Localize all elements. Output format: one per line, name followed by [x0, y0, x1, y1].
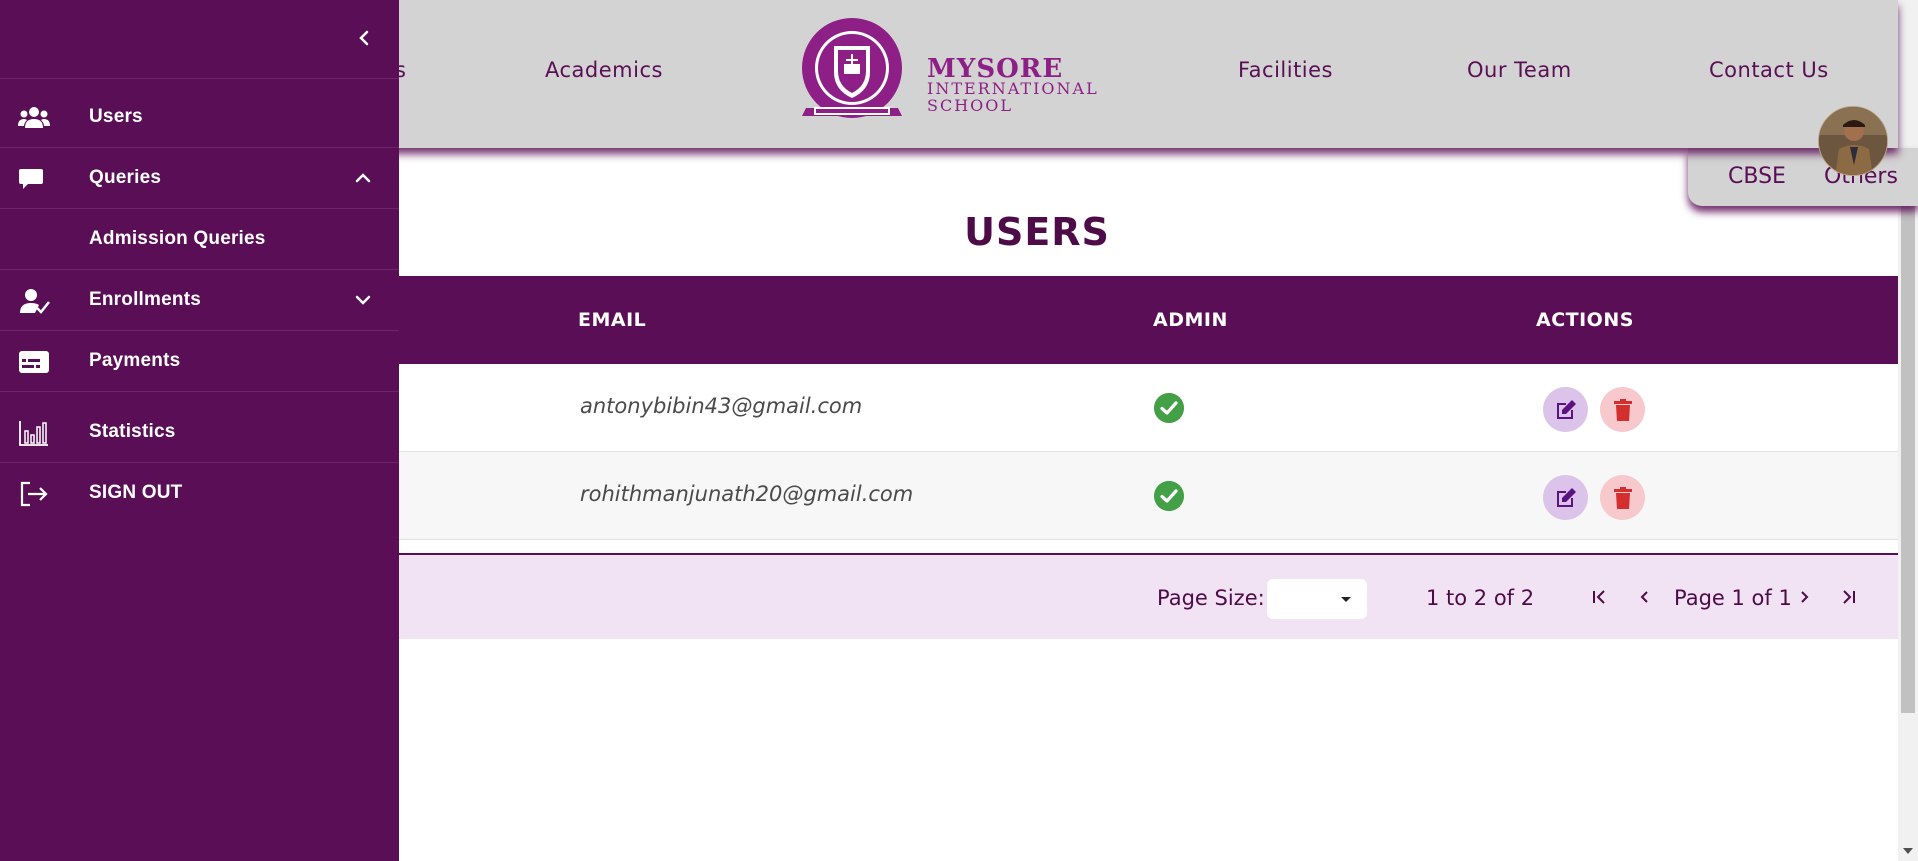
admin-check-icon — [1154, 393, 1184, 423]
page-size-label: Page Size: — [1157, 586, 1265, 610]
school-logo[interactable]: MYSORE INTERNATIONAL SCHOOL — [800, 16, 1100, 128]
edit-icon — [1556, 487, 1576, 507]
sidebar-item-label: Payments — [89, 350, 181, 371]
bar-chart-icon — [19, 421, 48, 446]
dropdown-caret-icon — [1341, 597, 1351, 602]
column-header-actions: ACTIONS — [1536, 309, 1634, 331]
users-icon — [18, 107, 50, 128]
user-avatar[interactable] — [1818, 106, 1888, 176]
sidebar-item-label: SIGN OUT — [89, 482, 183, 503]
trash-icon — [1613, 486, 1632, 509]
sidebar: Users Queries Admission Queries Enrollme… — [0, 0, 399, 861]
admin-check-icon — [1154, 481, 1184, 511]
chat-bubble-icon — [19, 169, 43, 189]
last-page-icon[interactable] — [1837, 585, 1859, 609]
user-check-icon — [20, 289, 50, 314]
row-range-summary: 1 to 2 of 2 — [1426, 586, 1535, 610]
user-email: antonybibin43@gmail.com — [580, 394, 863, 418]
logo-subtitle-line1: INTERNATIONAL — [927, 79, 1099, 98]
collapse-sidebar-icon[interactable] — [352, 26, 376, 50]
sidebar-divider — [0, 78, 399, 79]
school-emblem-icon — [802, 18, 902, 118]
payment-card-icon — [19, 351, 49, 373]
edit-user-button[interactable] — [1543, 387, 1588, 432]
sidebar-item-label: Enrollments — [89, 289, 201, 310]
page-info: Page 1 of 1 — [1674, 586, 1792, 610]
delete-user-button[interactable] — [1600, 387, 1645, 432]
trash-icon — [1613, 398, 1632, 421]
sidebar-item-payments[interactable]: Payments — [0, 332, 399, 392]
user-email: rohithmanjunath20@gmail.com — [580, 482, 914, 506]
logo-subtitle-line2: SCHOOL — [927, 96, 1014, 115]
sidebar-item-label: Statistics — [89, 421, 176, 442]
column-header-email[interactable]: EMAIL — [578, 309, 646, 331]
scrollbar-thumb[interactable] — [1901, 205, 1915, 713]
page-title: USERS — [964, 210, 1110, 254]
sidebar-item-label: Queries — [89, 167, 162, 188]
first-page-icon[interactable] — [1589, 585, 1611, 609]
edit-icon — [1556, 399, 1576, 419]
sidebar-item-label: Users — [89, 106, 143, 127]
nav-item-our-team[interactable]: Our Team — [1467, 58, 1572, 82]
nav-item-academics[interactable]: Academics — [545, 58, 663, 82]
page-scrollbar[interactable] — [1898, 0, 1918, 861]
subnav-item-cbse[interactable]: CBSE — [1728, 164, 1786, 189]
previous-page-icon[interactable] — [1633, 585, 1655, 609]
chevron-down-icon — [355, 295, 371, 305]
logo-subtitle: INTERNATIONAL SCHOOL — [927, 80, 1107, 114]
sidebar-subitem-label: Admission Queries — [89, 228, 266, 249]
column-header-admin[interactable]: ADMIN — [1153, 309, 1228, 331]
sidebar-subitem-admission-queries[interactable]: Admission Queries — [0, 210, 399, 270]
sign-out-icon — [20, 481, 48, 507]
sidebar-item-enrollments[interactable]: Enrollments — [0, 271, 399, 331]
nav-item-facilities[interactable]: Facilities — [1238, 58, 1333, 82]
sidebar-item-sign-out[interactable]: SIGN OUT — [0, 464, 399, 524]
scroll-down-arrow-icon[interactable] — [1903, 848, 1913, 854]
nav-item-contact-us[interactable]: Contact Us — [1709, 58, 1829, 82]
delete-user-button[interactable] — [1600, 475, 1645, 520]
edit-user-button[interactable] — [1543, 475, 1588, 520]
sidebar-item-users[interactable]: Users — [0, 88, 399, 148]
page-size-select[interactable] — [1267, 579, 1367, 619]
chevron-up-icon — [355, 173, 371, 183]
sidebar-item-queries[interactable]: Queries — [0, 149, 399, 209]
next-page-icon[interactable] — [1794, 585, 1816, 609]
avatar-photo-icon — [1819, 107, 1887, 175]
sidebar-item-statistics[interactable]: Statistics — [0, 403, 399, 463]
